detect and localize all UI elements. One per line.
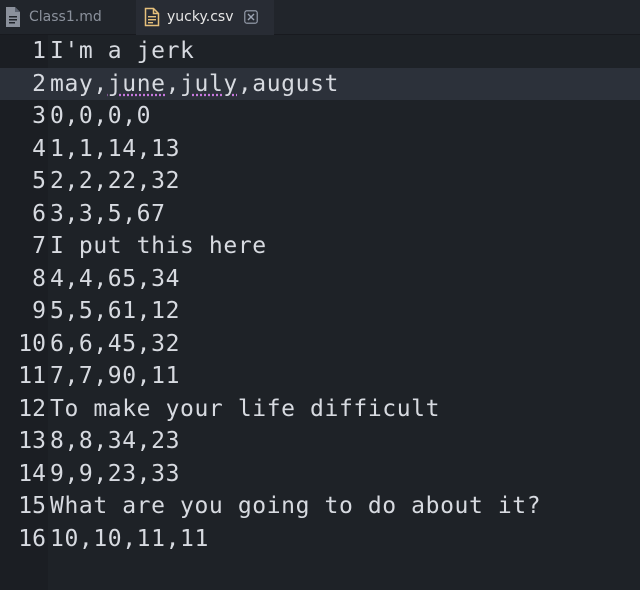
spellcheck-word[interactable]: july bbox=[180, 71, 238, 97]
text-segment: , bbox=[165, 70, 181, 97]
line-text: What are you going to do about it? bbox=[50, 493, 542, 520]
code-editor[interactable]: 1 I'm a jerk 2 may,june,july,august 3 0,… bbox=[0, 35, 640, 590]
line-number: 14 bbox=[18, 460, 46, 487]
line-text: 1,1,14,13 bbox=[50, 135, 181, 162]
editor-line[interactable]: 12 To make your life difficult bbox=[0, 393, 640, 426]
editor-line[interactable]: 13 8,8,34,23 bbox=[0, 425, 640, 458]
text-segment: ,august bbox=[237, 70, 339, 97]
line-number: 6 bbox=[32, 200, 46, 227]
file-icon bbox=[4, 6, 22, 28]
editor-line[interactable]: 15 What are you going to do about it? bbox=[0, 490, 640, 523]
tab-yucky-csv[interactable]: yucky.csv bbox=[136, 0, 274, 35]
line-text: may,june,july,august bbox=[50, 71, 339, 97]
line-number: 5 bbox=[32, 168, 46, 195]
editor-line[interactable]: 10 6,6,45,32 bbox=[0, 328, 640, 361]
line-number: 1 bbox=[32, 38, 46, 65]
close-icon[interactable] bbox=[244, 10, 259, 24]
line-number: 8 bbox=[32, 265, 46, 292]
editor-line[interactable]: 1 I'm a jerk bbox=[0, 35, 640, 68]
tab-label: Class1.md bbox=[29, 9, 102, 25]
line-text: 5,5,61,12 bbox=[50, 298, 181, 325]
tab-bar: Class1.md yucky.csv bbox=[0, 0, 640, 35]
tab-class1-md[interactable]: Class1.md bbox=[0, 0, 136, 34]
editor-line[interactable]: 4 1,1,14,13 bbox=[0, 133, 640, 166]
line-text: To make your life difficult bbox=[50, 395, 441, 422]
line-number: 11 bbox=[18, 363, 46, 390]
editor-line[interactable]: 11 7,7,90,11 bbox=[0, 360, 640, 393]
editor-line[interactable]: 14 9,9,23,33 bbox=[0, 458, 640, 491]
line-text: 4,4,65,34 bbox=[50, 265, 181, 292]
line-text: 8,8,34,23 bbox=[50, 428, 181, 455]
line-text: 10,10,11,11 bbox=[50, 525, 209, 552]
editor-line[interactable]: 7 I put this here bbox=[0, 230, 640, 263]
line-number: 2 bbox=[32, 70, 46, 97]
line-number: 3 bbox=[32, 103, 46, 130]
line-text: 0,0,0,0 bbox=[50, 103, 152, 130]
line-text: 7,7,90,11 bbox=[50, 363, 181, 390]
editor-line[interactable]: 16 10,10,11,11 bbox=[0, 523, 640, 556]
line-text: I put this here bbox=[50, 233, 267, 260]
line-number: 12 bbox=[18, 395, 46, 422]
line-number: 10 bbox=[18, 330, 46, 357]
line-number: 15 bbox=[18, 493, 46, 520]
line-text: I'm a jerk bbox=[50, 38, 195, 65]
spellcheck-word[interactable]: june bbox=[108, 71, 166, 97]
editor-line[interactable]: 5 2,2,22,32 bbox=[0, 165, 640, 198]
line-number: 16 bbox=[18, 525, 46, 552]
editor-line-current[interactable]: 2 may,june,july,august bbox=[0, 67, 640, 100]
line-number: 13 bbox=[18, 428, 46, 455]
line-text: 6,6,45,32 bbox=[50, 330, 181, 357]
line-number: 4 bbox=[32, 135, 46, 162]
line-text: 3,3,5,67 bbox=[50, 200, 166, 227]
editor-line[interactable]: 8 4,4,65,34 bbox=[0, 263, 640, 296]
line-number: 9 bbox=[32, 298, 46, 325]
line-number: 7 bbox=[32, 233, 46, 260]
tab-label: yucky.csv bbox=[167, 9, 234, 25]
editor-line[interactable]: 3 0,0,0,0 bbox=[0, 100, 640, 133]
line-text: 2,2,22,32 bbox=[50, 168, 181, 195]
line-text: 9,9,23,33 bbox=[50, 460, 181, 487]
text-segment: may, bbox=[50, 70, 108, 97]
editor-line[interactable]: 9 5,5,61,12 bbox=[0, 295, 640, 328]
editor-line[interactable]: 6 3,3,5,67 bbox=[0, 198, 640, 231]
file-text-icon bbox=[144, 7, 160, 27]
